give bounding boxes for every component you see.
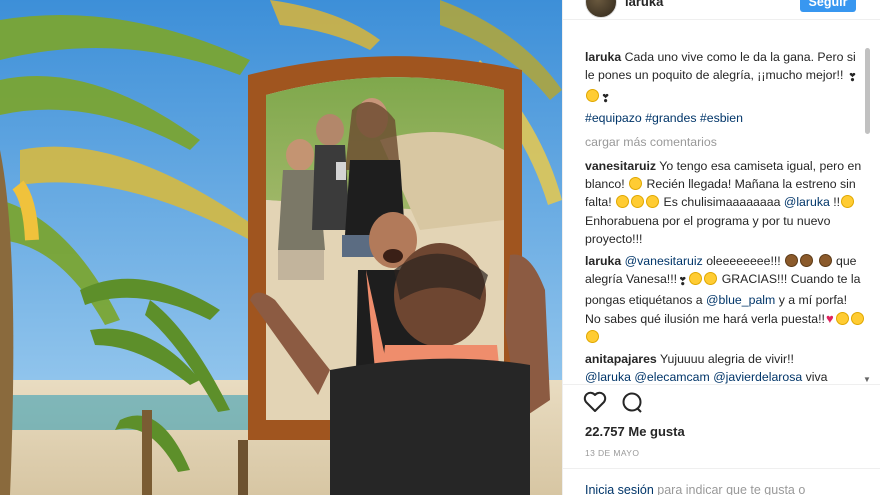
heart-black-emoji-icon: ❣ bbox=[847, 72, 858, 85]
comment-username[interactable]: laruka bbox=[585, 254, 621, 268]
avatar[interactable] bbox=[585, 0, 617, 18]
comments-panel: laruka Seguir laruka Cada uno vive como … bbox=[562, 0, 880, 495]
hashtag-esbien[interactable]: #esbien bbox=[700, 111, 743, 125]
comment-text: Enhorabuena por el programa y por tu nue… bbox=[585, 213, 831, 246]
smile-emoji-icon bbox=[689, 272, 703, 286]
login-text: para indicar que te gusta o bbox=[657, 483, 806, 495]
login-prompt: Inicia sesión para indicar que te gusta … bbox=[585, 483, 805, 495]
comment-item: vanesitaruiz Yo tengo esa camiseta igual… bbox=[585, 157, 865, 248]
comment-text: Es chulisimaaaaaaaa bbox=[663, 195, 781, 210]
post-header: laruka Seguir bbox=[563, 0, 880, 20]
comment-item: laruka @vanesitaruiz oleeeeeeee!!! que a… bbox=[585, 252, 865, 346]
smile-emoji-icon bbox=[850, 311, 864, 325]
likes-count[interactable]: 22.757 Me gusta bbox=[585, 424, 685, 439]
mention-blue-palm[interactable]: @blue_palm bbox=[706, 293, 775, 307]
monkey-emoji-icon bbox=[818, 254, 832, 268]
comment-icon[interactable] bbox=[620, 391, 644, 416]
heart-black-emoji-icon: ❣ bbox=[601, 93, 611, 106]
divider bbox=[563, 468, 880, 469]
clap-emoji-icon bbox=[631, 195, 645, 209]
mention-laruka[interactable]: @laruka bbox=[784, 195, 830, 209]
comment-username[interactable]: anitapajares bbox=[585, 352, 657, 366]
scroll-down-arrow-icon[interactable]: ▼ bbox=[863, 375, 871, 384]
smile-emoji-icon bbox=[704, 272, 718, 286]
heart-black-emoji-icon: ❣ bbox=[678, 276, 688, 289]
hashtag-grandes[interactable]: #grandes bbox=[645, 111, 696, 125]
follow-button[interactable]: Seguir bbox=[800, 0, 856, 12]
header-username[interactable]: laruka bbox=[625, 0, 663, 9]
smile-emoji-icon bbox=[835, 311, 849, 325]
red-heart-emoji-icon: ♥ bbox=[825, 310, 834, 326]
clap-emoji-icon bbox=[646, 195, 660, 209]
post-date: 13 DE MAYO bbox=[585, 448, 640, 458]
caption-username[interactable]: laruka bbox=[585, 50, 621, 64]
beach-mirror-photo bbox=[0, 0, 562, 495]
hashtag-equipazo[interactable]: #equipazo bbox=[585, 111, 642, 125]
monkey-emoji-icon bbox=[785, 254, 799, 268]
comment-text: viva bbox=[805, 370, 828, 385]
comments-scrollbar[interactable]: ▼ bbox=[863, 44, 872, 384]
action-bar bbox=[583, 391, 654, 417]
caption: laruka Cada uno vive como le da la gana.… bbox=[585, 48, 865, 127]
comment-list: laruka Cada uno vive como le da la gana.… bbox=[585, 48, 865, 390]
smile-emoji-icon bbox=[586, 89, 599, 103]
mention-elecamcam[interactable]: @elecamcam bbox=[634, 370, 709, 384]
login-link[interactable]: Inicia sesión bbox=[585, 483, 654, 495]
divider bbox=[563, 384, 880, 385]
comment-text: !! bbox=[833, 195, 841, 210]
load-more-comments[interactable]: cargar más comentarios bbox=[585, 133, 865, 151]
mention-vanesitaruiz[interactable]: @vanesitaruiz bbox=[625, 254, 703, 268]
smile-emoji-icon bbox=[586, 329, 599, 343]
mention-javierdelarosa[interactable]: @javierdelarosa bbox=[713, 370, 802, 384]
comment-username[interactable]: vanesitaruiz bbox=[585, 159, 656, 173]
grin-emoji-icon bbox=[629, 177, 643, 191]
mention-laruka[interactable]: @laruka bbox=[585, 370, 631, 384]
clap-emoji-icon bbox=[616, 195, 630, 209]
comment-item: anitapajares Yujuuuu alegria de vivir!! … bbox=[585, 350, 865, 386]
caption-text: Cada uno vive como le da la gana. Pero s… bbox=[585, 50, 856, 83]
monkey-emoji-icon bbox=[800, 254, 814, 268]
comment-text: oleeeeeeee!!! bbox=[706, 254, 781, 269]
comment-text: Yujuuuu alegria de vivir!! bbox=[659, 352, 794, 367]
scrollbar-thumb[interactable] bbox=[865, 48, 870, 134]
post-photo[interactable] bbox=[0, 0, 562, 495]
heart-icon[interactable] bbox=[583, 391, 607, 416]
heart-eyes-emoji-icon bbox=[841, 195, 855, 209]
